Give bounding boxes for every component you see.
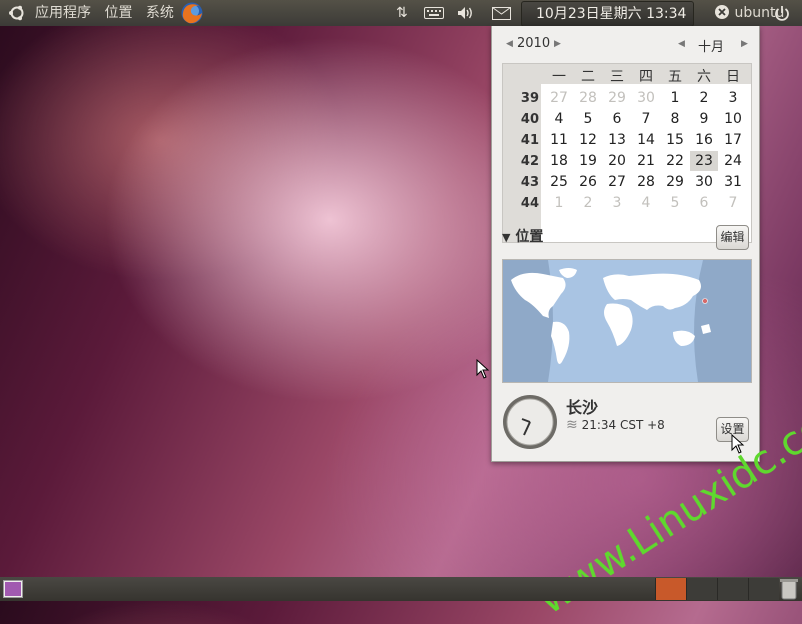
local-time: 21:34 CST +8 [581,418,665,432]
calendar-day[interactable]: 18 [545,151,573,171]
calendar-grid: 一二三四五六日 39 27 28 29 30 1 2 3 40 4 5 6 7 8 9 10 41 11 12 13 1… [502,63,752,243]
weekday-label: 五 [668,69,682,85]
menu-places[interactable]: 位置 [104,5,132,21]
week-number: 43 [520,175,539,190]
calendar-day[interactable]: 28 [574,88,602,108]
week-number: 44 [520,196,539,211]
year-label: 2010 [517,36,551,51]
calendar-day[interactable]: 7 [632,109,660,129]
calendar-day[interactable]: 22 [661,151,689,171]
location-marker-icon [702,298,708,304]
locations-expander[interactable]: ▼ 位置 [502,226,543,246]
calendar-day[interactable]: 4 [632,193,660,213]
calendar-day[interactable]: 16 [690,130,718,150]
week-number: 40 [520,112,539,127]
calendar-day[interactable]: 11 [545,130,573,150]
month-nav: ◀ 十月 ▶ [678,36,750,55]
world-map-image [503,260,751,382]
calendar-day[interactable]: 5 [661,193,689,213]
calendar-day[interactable]: 28 [632,172,660,192]
menu-system[interactable]: 系统 [146,5,174,21]
world-map [502,259,752,383]
show-desktop-icon[interactable] [3,580,23,598]
calendar-day[interactable]: 2 [574,193,602,213]
weekday-label: 六 [697,69,711,85]
calendar-day[interactable]: 1 [661,88,689,108]
calendar-day[interactable]: 12 [574,130,602,150]
main-menu: 应用程序 位置 系统 [35,0,183,26]
calendar-day[interactable]: 27 [545,88,573,108]
calendar-day[interactable]: 17 [719,130,747,150]
ubuntu-logo-icon[interactable] [8,4,26,22]
calendar-day[interactable]: 27 [603,172,631,192]
calendar-day[interactable]: 2 [690,88,718,108]
workspace-3[interactable] [717,578,748,600]
calendar-day[interactable]: 31 [719,172,747,192]
user-status-icon [715,5,729,19]
power-icon[interactable] [774,5,790,31]
calendar-day[interactable]: 25 [545,172,573,192]
calendar-day[interactable]: 21 [632,151,660,171]
calendar-day[interactable]: 10 [719,109,747,129]
expander-triangle-icon: ▼ [502,231,511,244]
volume-icon[interactable] [457,6,475,32]
trash-icon[interactable] [779,578,799,600]
calendar-day[interactable]: 6 [603,109,631,129]
weather-line: ≋ 21:34 CST +8 [566,417,665,433]
weekday-label: 三 [610,69,624,85]
calendar-day[interactable]: 3 [603,193,631,213]
keyboard-icon[interactable] [424,7,444,33]
calendar-day[interactable]: 14 [632,130,660,150]
weekday-label: 日 [726,69,740,85]
calendar-day[interactable]: 6 [690,193,718,213]
calendar-day[interactable]: 13 [603,130,631,150]
calendar-day[interactable]: 19 [574,151,602,171]
fog-weather-icon: ≋ [566,417,578,433]
weekday-label: 二 [581,69,595,85]
weekday-label: 一 [552,69,566,85]
top-panel: 应用程序 位置 系统 ⇅ 10月23日星期六 13:34 ubuntu [0,0,802,27]
calendar-day[interactable]: 5 [574,109,602,129]
workspace-1[interactable] [655,578,686,600]
calendar-day[interactable]: 24 [719,151,747,171]
calendar-day[interactable]: 26 [574,172,602,192]
clock-indicator[interactable]: 10月23日星期六 13:34 [521,1,695,27]
calendar-day[interactable]: 4 [545,109,573,129]
analog-clock-icon [503,395,557,449]
workspace-2[interactable] [686,578,717,600]
weekday-header: 一二三四五六日 [503,64,751,85]
calendar-day[interactable]: 7 [719,193,747,213]
week-number: 39 [520,91,539,106]
week-number: 41 [520,133,539,148]
calendar-day[interactable]: 30 [632,88,660,108]
weekday-label: 四 [639,69,653,85]
mouse-cursor-icon [476,359,490,379]
calendar-day[interactable]: 29 [603,88,631,108]
calendar-day[interactable]: 30 [690,172,718,192]
calendar-day[interactable]: 29 [661,172,689,192]
month-label: 十月 [698,40,725,55]
calendar-day[interactable]: 3 [719,88,747,108]
workspace-4[interactable] [748,578,779,600]
calendar-day[interactable]: 9 [690,109,718,129]
calendar-popup: ◀ 2010 ▶ ◀ 十月 ▶ 一二三四五六日 39 27 28 29 30 1 2 3 40 4… [491,26,760,462]
calendar-day[interactable]: 20 [603,151,631,171]
year-nav: ◀ 2010 ▶ [506,36,566,54]
edit-locations-button[interactable]: 编辑 [716,225,749,250]
prev-year-icon[interactable]: ◀ [506,39,513,49]
locations-title: 位置 [515,229,544,245]
bottom-panel [0,577,802,601]
week-number: 42 [520,154,539,169]
calendar-day-today[interactable]: 23 [690,151,718,171]
firefox-launcher-icon[interactable] [180,1,204,25]
calendar-day[interactable]: 15 [661,130,689,150]
next-year-icon[interactable]: ▶ [554,39,561,49]
calendar-day[interactable]: 1 [545,193,573,213]
city-name: 长沙 [566,398,599,417]
next-month-icon[interactable]: ▶ [741,39,748,49]
menu-applications[interactable]: 应用程序 [35,5,91,21]
calendar-day[interactable]: 8 [661,109,689,129]
prev-month-icon[interactable]: ◀ [678,39,685,49]
network-arrows-icon[interactable]: ⇅ [396,0,408,26]
